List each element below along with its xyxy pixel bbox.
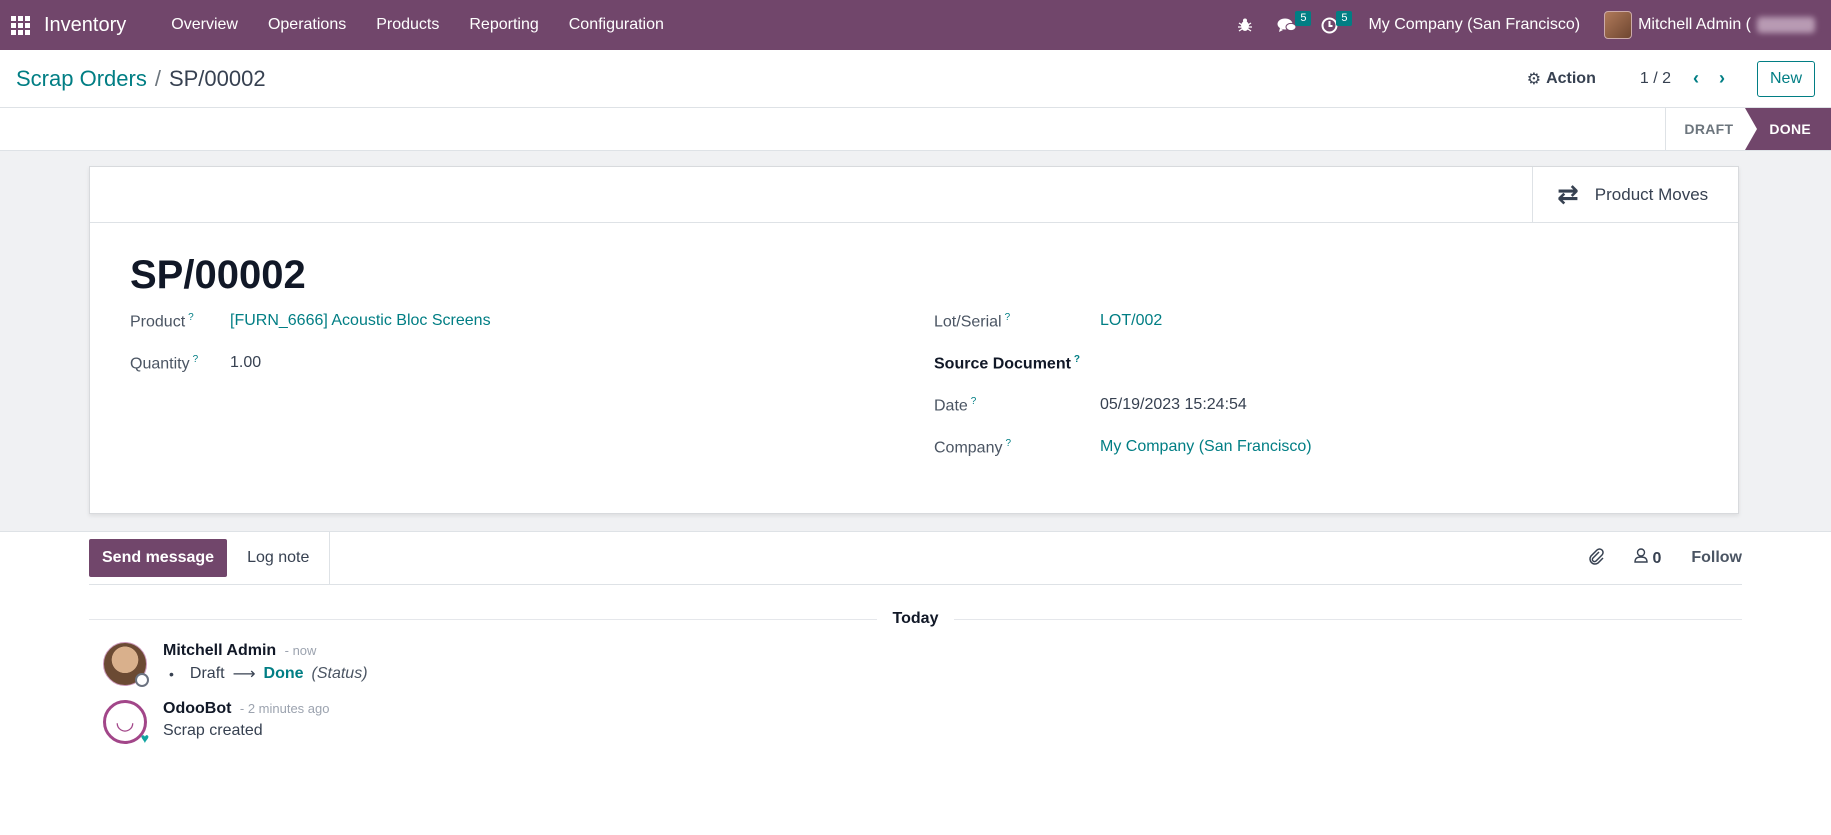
field-source-document: Source Document? <box>934 354 1698 396</box>
pager-previous-icon[interactable]: ‹ <box>1683 68 1709 89</box>
breadcrumb: Scrap Orders / SP/00002 <box>16 66 266 92</box>
message-body: Scrap created <box>163 722 263 739</box>
menu-operations[interactable]: Operations <box>253 0 361 50</box>
help-tooltip-icon: ? <box>970 396 977 407</box>
user-avatar <box>1604 11 1633 39</box>
navbar-systray: 5 5 My Company (San Francisco) Mitchell … <box>1225 0 1831 50</box>
activities-count-badge: 5 <box>1336 11 1353 26</box>
presence-status-icon <box>135 673 149 687</box>
gear-icon: ⚙ <box>1526 70 1542 88</box>
field-date: Date? 05/19/2023 15:24:54 <box>934 396 1698 438</box>
product-label: Product? <box>130 312 194 331</box>
help-tooltip-icon: ? <box>188 312 194 323</box>
exchange-arrows-icon: ⇄ <box>1557 179 1579 209</box>
tracking-old-value: Draft <box>189 665 225 682</box>
followers-button[interactable]: 0 <box>1634 548 1661 568</box>
follow-button[interactable]: Follow <box>1691 549 1742 567</box>
help-tooltip-icon: ? <box>192 354 199 365</box>
message-time: - 2 minutes ago <box>239 701 330 716</box>
menu-configuration[interactable]: Configuration <box>554 0 679 50</box>
pager-value[interactable]: 1 / 2 <box>1640 70 1671 88</box>
field-quantity: Quantity? 1.00 <box>130 354 934 396</box>
debug-bug-icon[interactable] <box>1225 0 1265 50</box>
smiley-face-icon: ◡ <box>115 709 135 734</box>
date-separator-label: Today <box>892 610 939 627</box>
date-separator: Today <box>89 610 1742 628</box>
record-title: SP/00002 <box>130 253 306 297</box>
lot-serial-label: Lot/Serial? <box>934 312 1011 331</box>
menu-reporting[interactable]: Reporting <box>454 0 553 50</box>
help-tooltip-icon: ? <box>1004 312 1011 323</box>
breadcrumb-scrap-orders[interactable]: Scrap Orders <box>16 66 147 92</box>
breadcrumb-current: SP/00002 <box>168 65 266 91</box>
form-background: ⇄ Product Moves SP/00002 Product? [FURN_… <box>0 151 1831 532</box>
tracking-value: • Draft ⟶ Done (Status) <box>163 664 368 684</box>
heart-icon: ♥ <box>140 730 149 746</box>
field-lot-serial: Lot/Serial? LOT/002 <box>934 312 1698 354</box>
bullet-icon: • <box>169 666 174 682</box>
message-item: Mitchell Admin - now • Draft ⟶ Done (Sta… <box>89 642 1742 687</box>
message-author[interactable]: Mitchell Admin <box>163 642 276 659</box>
company-value[interactable]: My Company (San Francisco) <box>1100 438 1312 456</box>
left-field-group: Product? [FURN_6666] Acoustic Bloc Scree… <box>130 312 934 480</box>
followers-count: 0 <box>1652 550 1662 567</box>
control-panel: Scrap Orders / SP/00002 ⚙ Action 1 / 2 ‹… <box>0 50 1831 108</box>
source-document-label: Source Document? <box>934 354 1081 373</box>
user-name: Mitchell Admin ( <box>1638 16 1751 33</box>
menu-products[interactable]: Products <box>361 0 454 50</box>
top-navbar: Inventory Overview Operations Products R… <box>0 0 1831 50</box>
right-field-group: Lot/Serial? LOT/002 Source Document? Dat… <box>934 312 1698 480</box>
action-menu-button[interactable]: ⚙ Action <box>1527 69 1596 89</box>
user-menu[interactable]: Mitchell Admin ( <box>1604 11 1815 39</box>
field-product: Product? [FURN_6666] Acoustic Bloc Scree… <box>130 312 934 354</box>
odoobot-avatar[interactable]: ◡ ♥ <box>103 700 149 746</box>
tracking-field-name: (Status) <box>311 665 368 682</box>
main-menu: Overview Operations Products Reporting C… <box>156 0 679 50</box>
lot-serial-value[interactable]: LOT/002 <box>1100 312 1162 330</box>
field-company: Company? My Company (San Francisco) <box>934 438 1698 480</box>
chatter: Send message Log note 0 Follow Today Mit… <box>0 532 1831 746</box>
quantity-label: Quantity? <box>130 354 199 373</box>
arrow-right-icon: ⟶ <box>232 666 256 683</box>
statusbar: DRAFT DONE <box>0 108 1831 151</box>
menu-overview[interactable]: Overview <box>156 0 253 50</box>
product-moves-button[interactable]: ⇄ Product Moves <box>1532 167 1738 222</box>
product-value[interactable]: [FURN_6666] Acoustic Bloc Screens <box>230 312 491 330</box>
new-record-button[interactable]: New <box>1756 60 1815 97</box>
send-message-button[interactable]: Send message <box>89 539 228 577</box>
form-sheet: ⇄ Product Moves SP/00002 Product? [FURN_… <box>89 166 1739 514</box>
message-time: - now <box>284 643 317 658</box>
message-item: ◡ ♥ OdooBot - 2 minutes ago Scrap create… <box>89 700 1742 746</box>
user-db-redacted <box>1757 17 1815 33</box>
tracking-new-value: Done <box>263 665 304 682</box>
stage-draft[interactable]: DRAFT <box>1665 108 1746 150</box>
activity-clock-icon[interactable]: 5 <box>1309 0 1353 50</box>
product-moves-label: Product Moves <box>1594 184 1709 204</box>
help-tooltip-icon: ? <box>1005 438 1012 449</box>
breadcrumb-separator: / <box>154 65 161 91</box>
company-label: Company? <box>934 438 1012 457</box>
paperclip-icon[interactable] <box>1588 547 1604 570</box>
messaging-icon[interactable]: 5 <box>1265 0 1312 50</box>
author-avatar[interactable] <box>103 642 149 687</box>
action-label: Action <box>1546 69 1596 87</box>
message-author[interactable]: OdooBot <box>163 700 231 717</box>
company-switcher[interactable]: My Company (San Francisco) <box>1368 16 1580 34</box>
date-label: Date? <box>934 396 977 415</box>
stage-done[interactable]: DONE <box>1745 108 1831 150</box>
user-icon <box>1634 548 1652 567</box>
apps-menu-icon[interactable] <box>0 0 40 50</box>
quantity-value: 1.00 <box>230 354 262 371</box>
log-note-button[interactable]: Log note <box>227 532 331 584</box>
button-box: ⇄ Product Moves <box>90 167 1738 223</box>
date-value: 05/19/2023 15:24:54 <box>1100 396 1247 413</box>
chatter-topbar: Send message Log note 0 Follow <box>89 532 1742 585</box>
help-tooltip-icon: ? <box>1073 354 1081 365</box>
app-brand[interactable]: Inventory <box>44 14 126 37</box>
pager-next-icon[interactable]: › <box>1709 68 1735 89</box>
